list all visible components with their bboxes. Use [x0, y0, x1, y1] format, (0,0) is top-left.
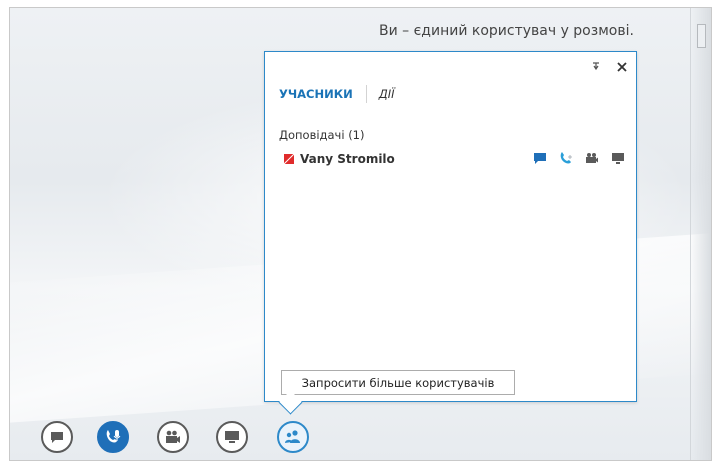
conversation-window: Ви – єдиний користувач у розмові. УЧАСНИ…: [9, 7, 712, 461]
popup-tabs: УЧАСНИКИ ДІЇ: [279, 85, 395, 103]
edge-handle[interactable]: [697, 24, 706, 48]
participant-row[interactable]: Vany Stromilo: [284, 150, 629, 168]
participants-icon: [285, 430, 300, 443]
present-button[interactable]: [216, 421, 248, 453]
presence-busy-icon: [284, 154, 294, 164]
im-icon: [51, 432, 63, 443]
pin-icon[interactable]: [590, 61, 602, 73]
present-icon: [225, 431, 239, 443]
tab-actions[interactable]: ДІЇ: [379, 87, 395, 101]
im-icon[interactable]: [533, 151, 547, 165]
video-icon[interactable]: [585, 151, 599, 165]
participant-actions: [533, 151, 625, 165]
tab-participants[interactable]: УЧАСНИКИ: [279, 87, 353, 101]
participant-name: Vany Stromilo: [300, 152, 395, 166]
participants-popup: УЧАСНИКИ ДІЇ Доповідачі (1) Vany Stromil…: [264, 51, 637, 415]
microphone-button[interactable]: [97, 421, 129, 453]
window-right-edge: [690, 8, 711, 460]
im-button[interactable]: [41, 421, 73, 453]
video-icon: [166, 430, 180, 443]
tab-divider: [365, 85, 367, 103]
close-icon[interactable]: [616, 61, 628, 73]
video-button[interactable]: [157, 421, 189, 453]
status-message: Ви – єдиний користувач у розмові.: [379, 23, 634, 39]
screen-icon[interactable]: [611, 151, 625, 165]
microphone-icon: [106, 430, 121, 443]
phone-icon[interactable]: [559, 151, 573, 165]
invite-more-button[interactable]: Запросити більше користувачів: [281, 370, 515, 395]
participants-button[interactable]: [277, 421, 309, 453]
presenters-section-title: Доповідачі (1): [279, 128, 365, 142]
